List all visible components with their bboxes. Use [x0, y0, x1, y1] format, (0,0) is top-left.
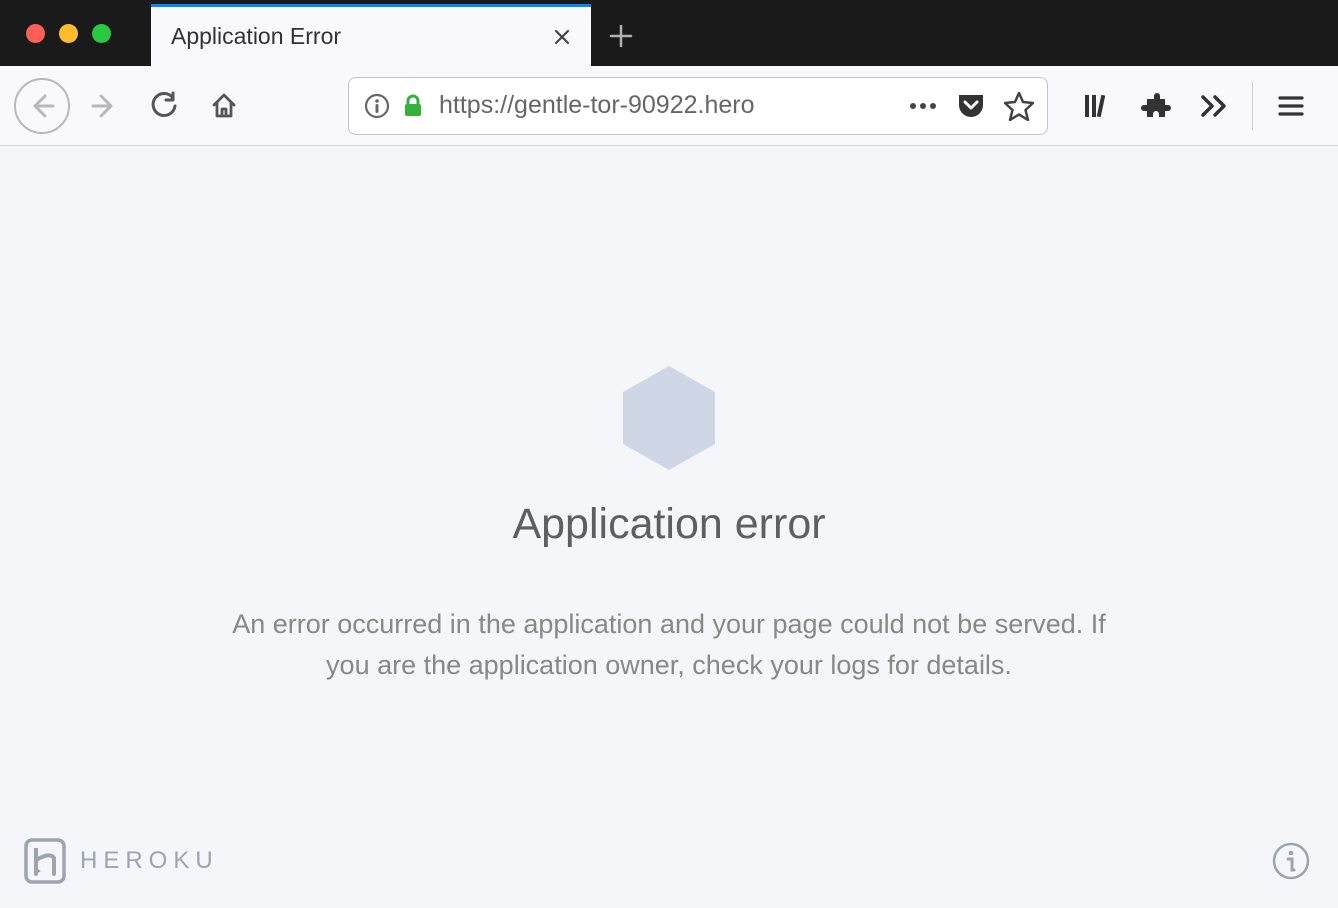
chevron-double-right-icon	[1199, 94, 1229, 118]
error-graphic	[619, 366, 719, 470]
library-button[interactable]	[1074, 82, 1122, 130]
menu-button[interactable]	[1267, 82, 1315, 130]
home-button[interactable]	[198, 80, 250, 132]
separator	[1252, 82, 1253, 130]
ellipsis-icon	[908, 101, 938, 111]
lock-icon	[402, 94, 424, 118]
puzzle-icon	[1141, 91, 1171, 121]
heroku-brand-text: HEROKU	[80, 847, 219, 875]
window-titlebar: Application Error	[0, 0, 1338, 66]
window-close-button[interactable]	[26, 24, 45, 43]
browser-tab-active[interactable]: Application Error	[151, 4, 591, 66]
overflow-button[interactable]	[1190, 82, 1238, 130]
site-info-button[interactable]	[359, 88, 395, 124]
secure-lock-icon	[395, 88, 431, 124]
library-icon	[1083, 92, 1113, 120]
info-circle-icon	[364, 93, 390, 119]
info-circle-icon	[1271, 841, 1311, 881]
plus-icon	[608, 23, 634, 49]
back-button[interactable]	[14, 78, 70, 134]
pocket-button[interactable]	[953, 88, 989, 124]
reload-button[interactable]	[138, 80, 190, 132]
home-icon	[209, 91, 239, 121]
heroku-brand: HEROKU	[24, 838, 219, 884]
window-controls	[0, 24, 151, 43]
tab-strip: Application Error	[151, 0, 651, 66]
error-title: Application error	[512, 500, 825, 549]
url-text: https://gentle-tor-90922.hero	[431, 91, 905, 120]
tab-title: Application Error	[171, 23, 548, 50]
arrow-left-icon	[27, 91, 57, 121]
forward-button[interactable]	[78, 80, 130, 132]
page-content: Application error An error occurred in t…	[0, 146, 1338, 908]
tab-close-button[interactable]	[548, 23, 576, 51]
page-actions-button[interactable]	[905, 88, 941, 124]
hexagon-icon	[619, 366, 719, 470]
new-tab-button[interactable]	[591, 6, 651, 66]
error-description: An error occurred in the application and…	[219, 604, 1119, 685]
arrow-right-icon	[89, 91, 119, 121]
refresh-icon	[149, 91, 179, 121]
browser-toolbar: https://gentle-tor-90922.hero	[0, 66, 1338, 146]
address-bar[interactable]: https://gentle-tor-90922.hero	[348, 77, 1048, 135]
close-icon	[552, 27, 572, 47]
hamburger-icon	[1278, 95, 1304, 117]
info-button[interactable]	[1268, 838, 1314, 884]
page-footer: HEROKU	[24, 838, 1314, 884]
toolbar-right	[1074, 82, 1315, 130]
window-maximize-button[interactable]	[92, 24, 111, 43]
heroku-logo-icon	[24, 838, 66, 884]
window-minimize-button[interactable]	[59, 24, 78, 43]
bookmark-button[interactable]	[1001, 88, 1037, 124]
pocket-icon	[956, 92, 986, 120]
url-actions	[905, 88, 1037, 124]
extensions-button[interactable]	[1132, 82, 1180, 130]
star-icon	[1004, 91, 1034, 121]
